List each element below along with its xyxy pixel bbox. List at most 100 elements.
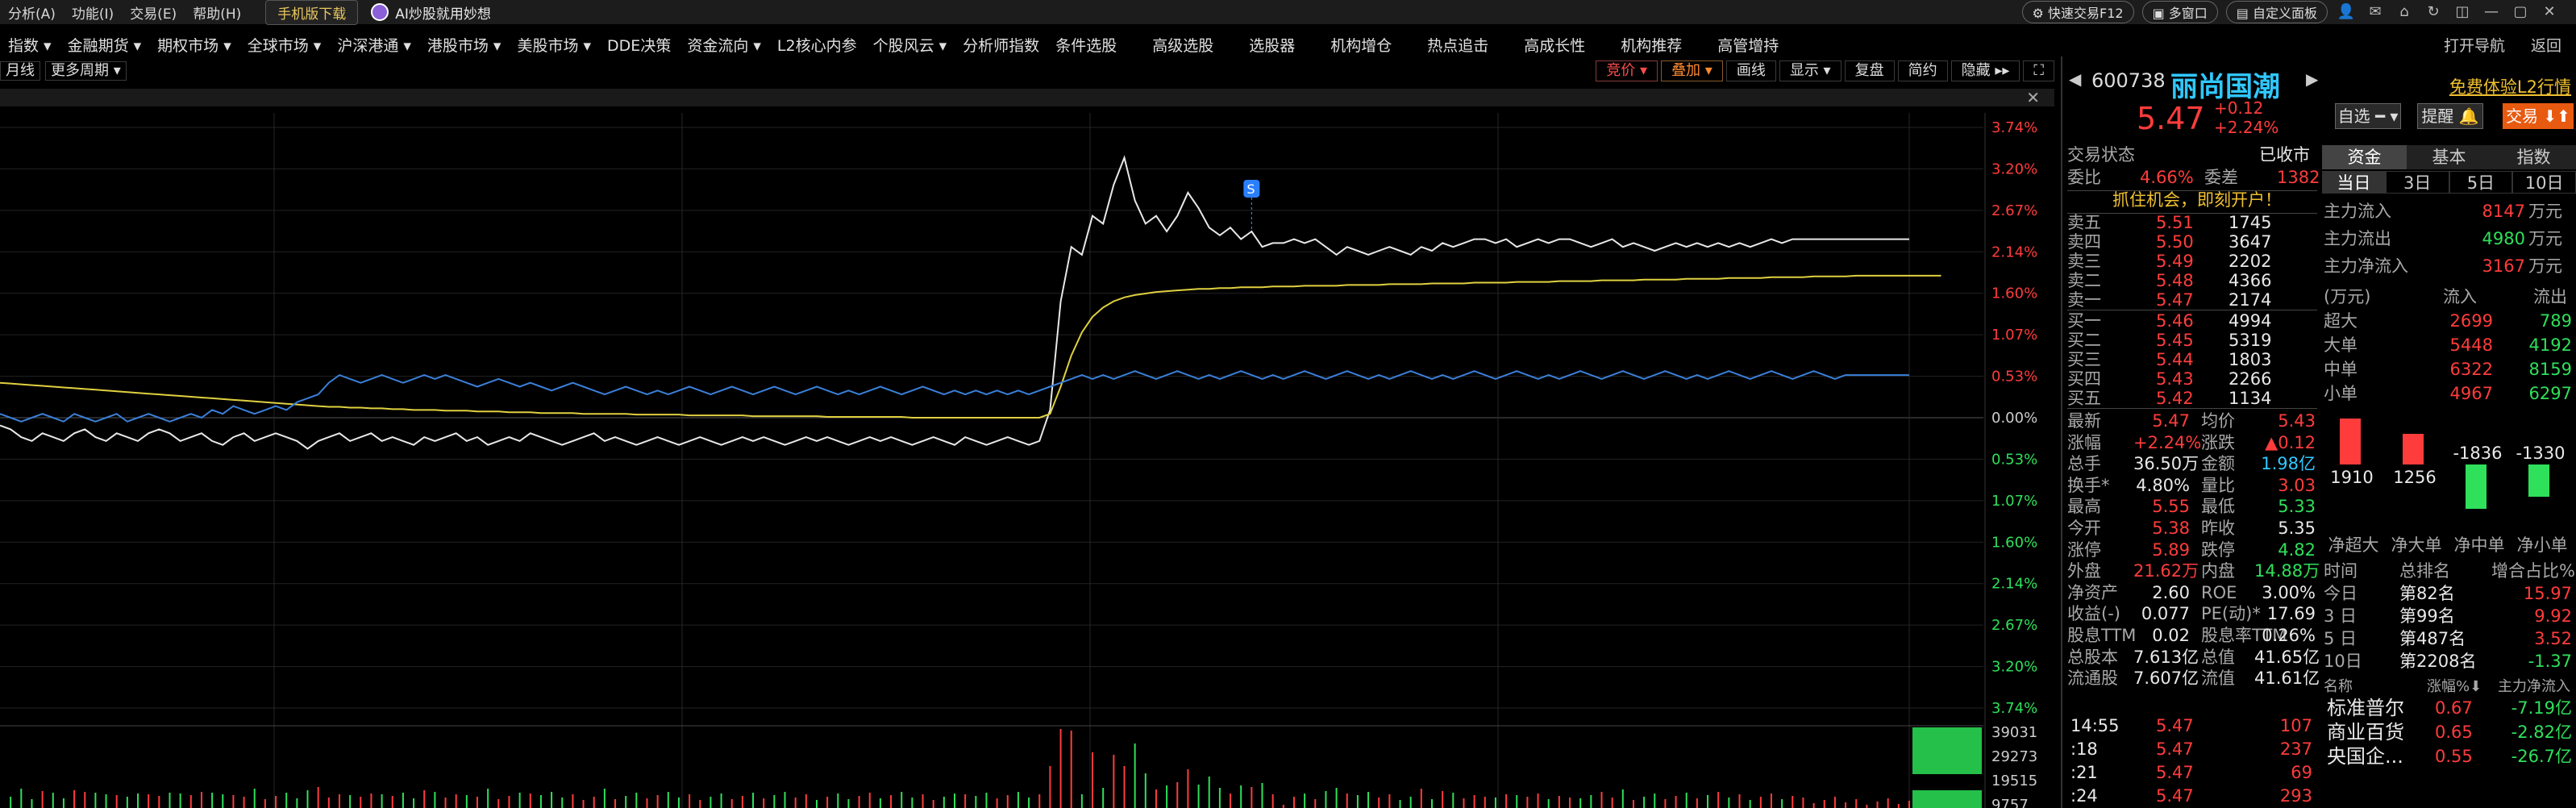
auction-dropdown[interactable]: 竞价 ▾ (1596, 60, 1658, 81)
bid-price: 5.45 (2156, 331, 2194, 350)
fullscreen-icon[interactable]: ⛶ (2023, 60, 2054, 81)
user-icon[interactable]: 👤 (2336, 3, 2357, 21)
display-dropdown[interactable]: 显示 ▾ (1779, 60, 1841, 81)
nav-analyst-index[interactable]: 分析师指数 (955, 34, 1047, 56)
watchlist-button[interactable]: 自选 ━ ▾ (2335, 103, 2401, 129)
more-periods-dropdown[interactable]: 更多周期 ▾ (45, 61, 127, 81)
stat-label: 净资产 (2067, 582, 2118, 602)
quote-header: ◀ 600738 丽尚国潮 ▶ 免费体验L2行情 (2062, 65, 2576, 103)
tab-capital[interactable]: 资金 (2322, 145, 2407, 169)
overlay-dropdown[interactable]: 叠加 ▾ (1661, 60, 1723, 81)
nav-index[interactable]: 指数 ▾ (0, 34, 60, 56)
grid-row-label: 中单 (2324, 360, 2358, 379)
stat-label: 跌停 (2201, 539, 2235, 560)
nav-fin-futures[interactable]: 金融期货 ▾ (60, 34, 150, 56)
nav-exec-increase[interactable]: 高管增持 (1690, 34, 1806, 56)
open-nav-button[interactable]: 打开导航 (2444, 34, 2505, 56)
nav-l2-insider[interactable]: L2核心内参 (769, 34, 865, 56)
home-icon[interactable]: ⌂ (2394, 3, 2415, 21)
replay-button[interactable]: 复盘 (1844, 60, 1895, 81)
net-flow-bar (2403, 434, 2424, 464)
tab-5d[interactable]: 5日 (2449, 171, 2513, 194)
multi-window-label: 多窗口 (2168, 6, 2208, 21)
nav-global[interactable]: 全球市场 ▾ (239, 34, 330, 56)
nav-us-market[interactable]: 美股市场 ▾ (509, 34, 599, 56)
price-change-abs: +0.12 (2214, 98, 2264, 118)
nav-condition-select[interactable]: 条件选股 (1047, 34, 1125, 56)
y-tick-label-down: 1.07% (1991, 493, 2037, 510)
rank-position: 第82名 (2399, 584, 2455, 603)
close-icon[interactable]: ✕ (2539, 3, 2560, 21)
tab-basic[interactable]: 基本 (2407, 145, 2491, 169)
net-flow-bar (2528, 464, 2549, 497)
close-strip-icon[interactable]: ✕ (2026, 89, 2040, 106)
y-tick-label-down: 3.74% (1991, 700, 2037, 717)
remind-button[interactable]: 提醒 🔔 (2417, 103, 2483, 129)
stat-label: 最低 (2201, 497, 2235, 517)
capital-tabs: 资金 基本 指数 (2322, 145, 2576, 169)
prev-stock-icon[interactable]: ◀ (2069, 69, 2081, 89)
chart-info-strip: ✕ (0, 89, 2054, 106)
mobile-download-button[interactable]: 手机版下载 (265, 0, 359, 25)
tab-today[interactable]: 当日 (2322, 171, 2386, 194)
nav-stock-news[interactable]: 个股风云 ▾ (865, 34, 955, 56)
l2-trial-link[interactable]: 免费体验L2行情 (2449, 74, 2571, 98)
nav-hk-connect[interactable]: 沪深港通 ▾ (329, 34, 419, 56)
tab-index[interactable]: 指数 (2491, 145, 2576, 169)
back-button[interactable]: 返回 (2531, 34, 2561, 56)
stat-value: 17.69 (2266, 604, 2316, 624)
grid-inflow: 5448 (2449, 335, 2493, 355)
tick-price: 5.47 (2156, 716, 2194, 735)
next-stock-icon[interactable]: ▶ (2306, 69, 2318, 89)
nav-high-growth[interactable]: 高成长性 (1496, 34, 1613, 56)
capital-flow-unit: 万元 (2528, 229, 2562, 248)
custom-panel-button[interactable]: ▤ 自定义面板 (2225, 1, 2328, 23)
nav-advanced-select[interactable]: 高级选股 (1125, 34, 1241, 56)
weicha-value: 1382 (2277, 168, 2320, 187)
market-nav: 指数 ▾ 金融期货 ▾ 期权市场 ▾ 全球市场 ▾ 沪深港通 ▾ 港股市场 ▾ … (0, 34, 2576, 55)
sector-head: 涨幅%⬇ (2427, 678, 2482, 695)
ask-price: 5.50 (2156, 232, 2194, 252)
maximize-icon[interactable]: ▢ (2510, 3, 2531, 21)
hide-button[interactable]: 隐藏 ▸▸ (1950, 60, 2020, 81)
capital-flow-unit: 万元 (2528, 256, 2562, 276)
nav-hotspot[interactable]: 热点追击 (1419, 34, 1496, 56)
ai-promo-link[interactable]: AI炒股就用妙想 (371, 2, 491, 23)
simple-button[interactable]: 简约 (1897, 60, 1948, 81)
stat-label: 总手 (2067, 454, 2101, 474)
period-monthly[interactable]: 月线 (0, 61, 40, 81)
menu-bar: 分析(A) 功能(I) 交易(E) 帮助(H) 手机版下载 AI炒股就用妙想 ⚙… (0, 0, 2576, 25)
separator (2067, 408, 2317, 409)
mail-icon[interactable]: ✉ (2365, 3, 2386, 21)
open-account-promo[interactable]: 抓住机会，即刻开户！ (2112, 190, 2282, 210)
menu-trade[interactable]: 交易(E) (122, 2, 185, 23)
tab-10d[interactable]: 10日 (2512, 171, 2576, 194)
ask-volume: 3647 (2229, 232, 2272, 252)
quick-trade-button[interactable]: ⚙ 快速交易F12 (2021, 1, 2134, 23)
series-line-price (0, 155, 1909, 450)
nav-hk-market[interactable]: 港股市场 ▾ (419, 34, 510, 56)
net-flow-value: 1910 (2330, 468, 2374, 487)
nav-options[interactable]: 期权市场 ▾ (149, 34, 239, 56)
skin-icon[interactable]: ◫ (2452, 3, 2473, 21)
stat-label: 金额 (2201, 454, 2235, 474)
nav-inst-increase[interactable]: 机构增仓 (1303, 34, 1419, 56)
nav-inst-recommend[interactable]: 机构推荐 (1613, 34, 1690, 56)
refresh-icon[interactable]: ↻ (2423, 3, 2444, 21)
y-tick-label-up: 0.53% (1991, 369, 2037, 385)
tick-price: 5.47 (2156, 763, 2194, 782)
nav-stock-picker[interactable]: 选股器 (1241, 34, 1303, 56)
chart-toolbar-right: 竞价 ▾ 叠加 ▾ 画线 显示 ▾ 复盘 简约 隐藏 ▸▸ ⛶ (1596, 60, 2054, 82)
nav-capital-flow[interactable]: 资金流向 ▾ (679, 34, 769, 56)
trade-button[interactable]: 交易 ⬇⬆ (2503, 103, 2574, 129)
tab-3d[interactable]: 3日 (2385, 171, 2449, 194)
menu-analysis[interactable]: 分析(A) (0, 2, 64, 23)
minimize-icon[interactable]: — (2481, 3, 2502, 21)
nav-dde[interactable]: DDE决策 (599, 34, 679, 56)
intraday-chart[interactable]: 3.74% 3.20% 2.67% 2.14% 1.60% 1.07% 0.53% 0.00%… (0, 113, 2054, 808)
draw-line-button[interactable]: 画线 (1725, 60, 1776, 81)
multi-window-button[interactable]: ▣ 多窗口 (2141, 1, 2218, 23)
menu-help[interactable]: 帮助(H) (185, 2, 249, 23)
menu-function[interactable]: 功能(I) (64, 2, 122, 23)
menu-right-tools: ⚙ 快速交易F12 ▣ 多窗口 ▤ 自定义面板 👤 ✉ ⌂ ↻ ◫ — ▢ ✕ (2021, 0, 2560, 24)
